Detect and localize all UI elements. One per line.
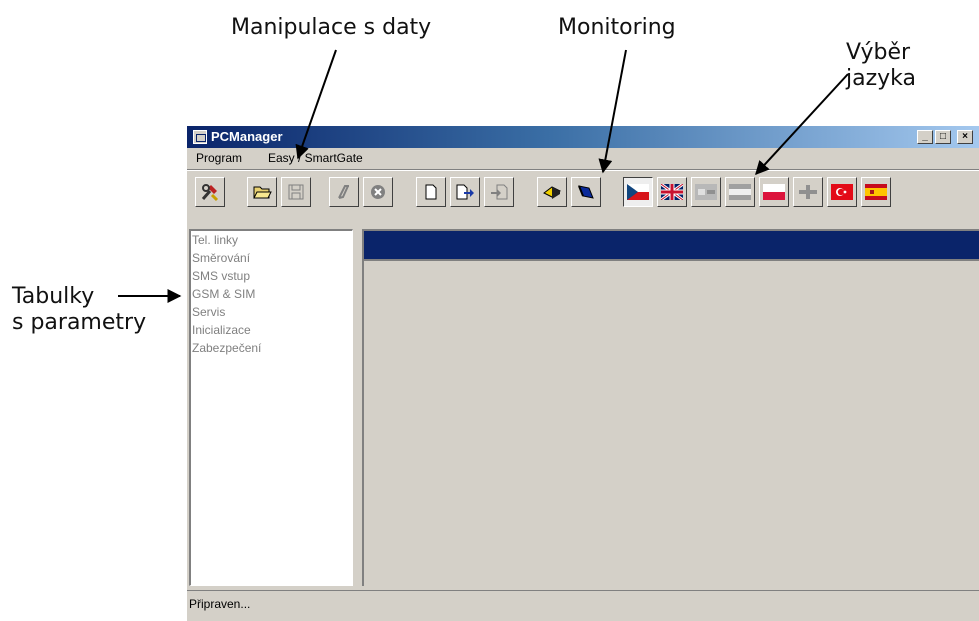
app-icon[interactable] bbox=[193, 130, 207, 144]
import-button[interactable] bbox=[484, 177, 514, 207]
language-en-button[interactable] bbox=[657, 177, 687, 207]
minimize-button[interactable]: _ bbox=[917, 130, 933, 144]
language-3-button[interactable] bbox=[691, 177, 721, 207]
tools-icon bbox=[201, 184, 219, 202]
open-folder-icon bbox=[253, 186, 272, 199]
export-button[interactable] bbox=[450, 177, 480, 207]
tree-item-inicializace[interactable]: Inicializace bbox=[191, 321, 352, 339]
tree-item-tel-linky[interactable]: Tel. linky bbox=[191, 231, 352, 249]
language-6-button[interactable] bbox=[793, 177, 823, 207]
callout-language-line2: jazyka bbox=[846, 66, 916, 91]
menu-program[interactable]: Program bbox=[196, 151, 242, 165]
save-button[interactable] bbox=[281, 177, 311, 207]
callout-data-manipulation: Manipulace s daty bbox=[231, 15, 432, 40]
status-bar: Připraven... bbox=[187, 590, 979, 615]
window-title: PCManager bbox=[211, 129, 283, 144]
monitor-book-icon bbox=[578, 185, 594, 199]
flag-grey-icon bbox=[695, 184, 717, 200]
save-icon bbox=[288, 184, 304, 200]
flag-grey-cross-icon bbox=[797, 184, 819, 200]
toolbar bbox=[187, 169, 979, 214]
new-document-icon bbox=[425, 184, 437, 200]
monitoring-open-button[interactable] bbox=[537, 177, 567, 207]
tree-item-servis[interactable]: Servis bbox=[191, 303, 352, 321]
callout-tables-line2: s parametry bbox=[12, 310, 147, 335]
main-divider bbox=[364, 259, 979, 261]
callout-tables-line1: Tabulky bbox=[12, 284, 95, 309]
cancel-icon bbox=[371, 185, 385, 199]
parameter-tables-list: Tel. linky Směrování SMS vstup GSM & SIM… bbox=[189, 229, 353, 586]
flag-es-icon bbox=[865, 184, 887, 200]
tree-item-zabezpeceni[interactable]: Zabezpečení bbox=[191, 339, 352, 357]
new-document-button[interactable] bbox=[416, 177, 446, 207]
tree-item-smerovani[interactable]: Směrování bbox=[191, 249, 352, 267]
tools-button[interactable] bbox=[195, 177, 225, 207]
link-icon bbox=[338, 185, 349, 199]
main-header-bar bbox=[364, 231, 979, 259]
flag-tr-icon bbox=[831, 184, 853, 200]
menu-easy-smartgate[interactable]: Easy / SmartGate bbox=[268, 151, 363, 165]
main-content-pane bbox=[362, 229, 979, 586]
title-bar[interactable]: PCManager _ □ × bbox=[187, 126, 979, 148]
import-icon bbox=[491, 184, 508, 200]
status-text: Připraven... bbox=[189, 597, 251, 611]
language-es-button[interactable] bbox=[861, 177, 891, 207]
language-pl-button[interactable] bbox=[759, 177, 789, 207]
cancel-button[interactable] bbox=[363, 177, 393, 207]
close-button[interactable]: × bbox=[957, 130, 973, 144]
tree-item-gsm-sim[interactable]: GSM & SIM bbox=[191, 285, 352, 303]
language-4-button[interactable] bbox=[725, 177, 755, 207]
monitor-open-icon bbox=[543, 186, 561, 199]
menu-bar: Program Easy / SmartGate bbox=[187, 148, 979, 168]
export-icon bbox=[456, 184, 474, 200]
flag-grey-stripes-icon bbox=[729, 184, 751, 200]
open-button[interactable] bbox=[247, 177, 277, 207]
link-button[interactable] bbox=[329, 177, 359, 207]
flag-uk-icon bbox=[661, 184, 683, 200]
pcmanager-window: PCManager _ □ × Program Easy / SmartGate bbox=[186, 125, 979, 621]
monitoring-book-button[interactable] bbox=[571, 177, 601, 207]
language-tr-button[interactable] bbox=[827, 177, 857, 207]
callout-monitoring: Monitoring bbox=[558, 15, 676, 40]
flag-pl-icon bbox=[763, 184, 785, 200]
tree-item-sms-vstup[interactable]: SMS vstup bbox=[191, 267, 352, 285]
flag-cz-icon bbox=[627, 184, 649, 200]
callout-language-line1: Výběr bbox=[846, 40, 911, 65]
maximize-button[interactable]: □ bbox=[935, 130, 951, 144]
language-cz-button[interactable] bbox=[623, 177, 653, 207]
